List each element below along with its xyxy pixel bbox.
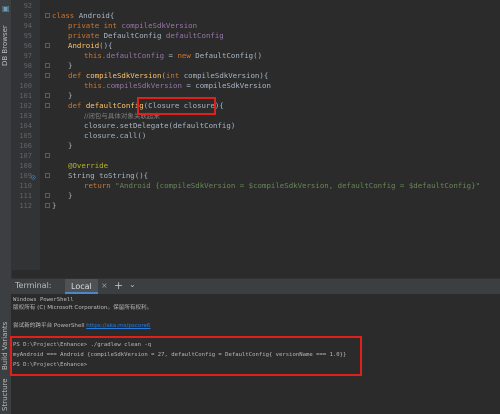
code-line: } (68, 91, 73, 100)
db-icon[interactable]: ▣ (0, 4, 11, 14)
add-tab-icon[interactable]: + (114, 279, 123, 292)
db-browser-label: DB Browser (1, 25, 9, 66)
chevron-down-icon[interactable]: ⌄ (129, 280, 136, 289)
terminal-line: Windows PowerShell (13, 297, 74, 303)
terminal-toolbar: Terminal: Local × + ⌄ (11, 278, 500, 295)
line-number: 95 (23, 32, 32, 40)
line-number: 112 (19, 202, 32, 210)
line-number: 105 (19, 132, 32, 140)
code-line: closure.setDelegate(defaultConfig) (84, 121, 236, 130)
code-annotation: @Override (68, 161, 109, 170)
terminal-label: Terminal: (15, 281, 52, 290)
line-number: 94 (23, 22, 32, 30)
line-number: 97 (23, 52, 32, 60)
code-line: def compileSdkVersion(int compileSdkVers… (68, 71, 269, 80)
fold-marker[interactable] (45, 153, 50, 158)
line-number: 103 (19, 112, 32, 120)
pscore-link[interactable]: https://aka.ms/pscore6 (86, 323, 150, 329)
fold-marker[interactable] (45, 203, 50, 208)
line-number: 108 (19, 162, 32, 170)
highlight-box-closure-param (137, 97, 216, 115)
fold-marker[interactable] (45, 173, 50, 178)
code-line: } (68, 191, 73, 200)
line-number: 98 (23, 62, 32, 70)
fold-marker[interactable] (45, 193, 50, 198)
code-line: closure.call() (84, 131, 147, 140)
line-number: 111 (19, 192, 32, 200)
fold-marker[interactable] (45, 63, 50, 68)
code-line: private DefaultConfig defaultConfig (68, 31, 224, 40)
terminal-line: 版权所有 (C) Microsoft Corporation。保留所有权利。 (13, 305, 153, 311)
code-line: this.defaultConfig = new DefaultConfig() (84, 51, 263, 60)
code-line: } (68, 141, 73, 150)
fold-marker[interactable] (45, 13, 50, 18)
line-number: 110 (19, 182, 32, 190)
fold-marker[interactable] (45, 43, 50, 48)
line-number: 109 (19, 172, 32, 180)
override-marker-icon[interactable]: ⊙ (31, 174, 39, 182)
code-line: } (52, 201, 57, 210)
line-number: 104 (19, 122, 32, 130)
fold-marker[interactable] (45, 73, 50, 78)
line-number: 92 (23, 2, 32, 10)
line-number: 100 (19, 82, 32, 90)
close-tab-icon[interactable]: × (101, 281, 108, 290)
code-line: Android(){ (68, 41, 113, 50)
code-line: } (68, 61, 73, 70)
structure-label: Structure (1, 378, 9, 411)
build-variants-label: Build Variants (1, 321, 9, 370)
terminal-line: 尝试新的跨平台 PowerShell https://aka.ms/pscore… (13, 323, 151, 329)
fold-marker[interactable] (45, 93, 50, 98)
code-line: return "Android {compileSdkVersion = $co… (84, 181, 481, 190)
line-number: 107 (19, 152, 32, 160)
code-line: this.compileSdkVersion = compileSdkVersi… (84, 81, 271, 90)
highlight-box-terminal-output (10, 336, 362, 376)
fold-marker[interactable] (45, 103, 50, 108)
line-number: 101 (19, 92, 32, 100)
line-number: 99 (23, 72, 32, 80)
tab-local[interactable]: Local (65, 279, 98, 294)
code-line: String toString(){ (68, 171, 149, 180)
line-number: 93 (23, 12, 32, 20)
code-line: class Android{ (52, 11, 115, 20)
line-number: 102 (19, 102, 32, 110)
line-number: 96 (23, 42, 32, 50)
line-number: 106 (19, 142, 32, 150)
code-line: private int compileSdkVersion (68, 21, 198, 30)
